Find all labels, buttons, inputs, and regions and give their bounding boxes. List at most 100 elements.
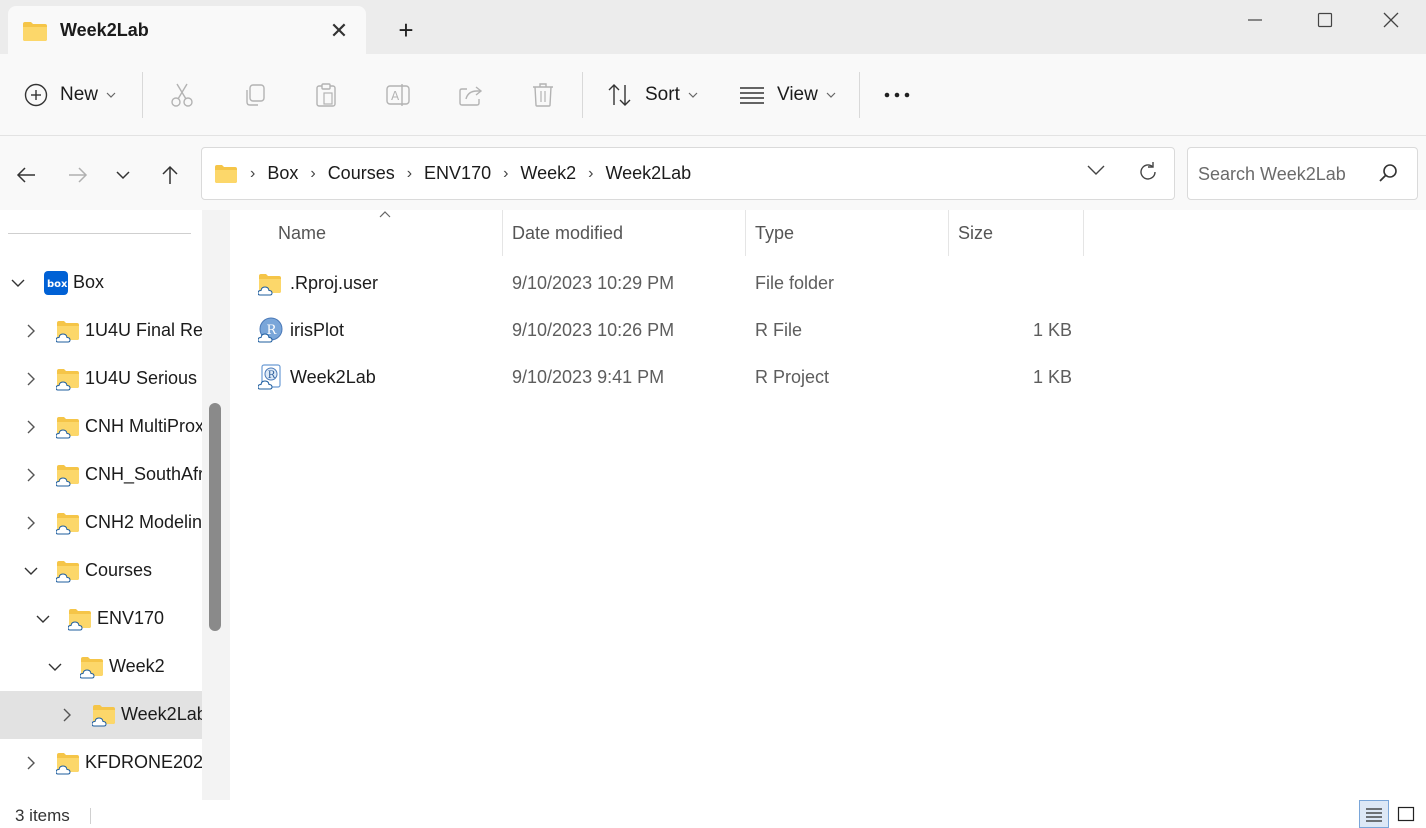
rename-button[interactable]: A (386, 54, 412, 136)
column-header-type[interactable]: Type (755, 210, 794, 256)
details-view-button[interactable] (1359, 800, 1389, 828)
breadcrumb-item-courses[interactable]: Courses (328, 163, 395, 184)
search-input[interactable] (1198, 161, 1368, 187)
file-row[interactable]: R irisPlot 9/10/2023 10:26 PM R File 1 K… (230, 307, 1426, 354)
forward-button[interactable] (61, 158, 95, 192)
sidebar-item-courses[interactable]: Courses (0, 547, 202, 595)
file-type: R Project (755, 367, 830, 387)
navigation-scrollbar[interactable] (202, 210, 230, 800)
chevron-right-icon[interactable] (58, 706, 76, 724)
sidebar-item-kfdrone2023[interactable]: KFDRONE2023 (0, 739, 202, 787)
folder-cloud-icon (55, 559, 80, 588)
trash-icon (533, 83, 553, 107)
folder-cloud-icon (55, 511, 80, 540)
chevron-right-icon[interactable] (22, 418, 40, 436)
refresh-button[interactable] (1137, 161, 1159, 183)
active-tab[interactable]: Week2Lab ✕ (8, 6, 366, 54)
arrow-left-icon (16, 167, 35, 183)
sidebar-item-1u4u-serious-g[interactable]: 1U4U Serious G (0, 355, 202, 403)
column-divider[interactable] (1083, 210, 1084, 256)
chevron-down-icon (826, 92, 836, 98)
breadcrumb-item-week2[interactable]: Week2 (520, 163, 576, 184)
thumbnail-view-icon (1397, 806, 1415, 822)
sidebar-item-label: CNH MultiProx (85, 416, 202, 436)
large-icons-view-button[interactable] (1391, 800, 1421, 828)
sidebar-item-label: Week2Lab (121, 704, 202, 724)
breadcrumb-item-box[interactable]: Box (267, 163, 298, 184)
file-row[interactable]: R Week2Lab 9/10/2023 9:41 PM R Project 1… (230, 354, 1426, 401)
sidebar-item-box[interactable]: box Box (0, 259, 202, 307)
breadcrumb-item-env170[interactable]: ENV170 (424, 163, 491, 184)
breadcrumb-separator[interactable]: › (503, 165, 508, 183)
sidebar-item-1u4u-final-rep[interactable]: 1U4U Final Rep (0, 307, 202, 355)
column-divider[interactable] (502, 210, 503, 256)
svg-text:R: R (268, 370, 276, 381)
search-icon[interactable] (1378, 163, 1398, 183)
breadcrumb-separator[interactable]: › (310, 165, 315, 183)
close-icon (1383, 12, 1399, 28)
breadcrumb-item-week2lab[interactable]: Week2Lab (605, 163, 691, 184)
divider (8, 233, 191, 234)
sort-ascending-icon (379, 210, 391, 218)
close-tab-icon[interactable]: ✕ (326, 18, 352, 44)
column-header-size[interactable]: Size (958, 210, 993, 256)
sidebar-item-env170[interactable]: ENV170 (0, 595, 202, 643)
sort-button[interactable]: Sort (607, 54, 698, 136)
scrollbar-thumb[interactable] (209, 403, 221, 631)
chevron-down-icon[interactable] (22, 562, 40, 580)
chevron-right-icon[interactable] (22, 466, 40, 484)
chevron-right-icon[interactable] (22, 514, 40, 532)
folder-cloud-icon (55, 367, 80, 396)
file-name: irisPlot (290, 320, 345, 340)
column-divider[interactable] (745, 210, 746, 256)
copy-button[interactable] (243, 54, 267, 136)
breadcrumb-separator[interactable]: › (407, 165, 412, 183)
file-row[interactable]: .Rproj.user 9/10/2023 10:29 PM File fold… (230, 260, 1426, 307)
new-tab-button[interactable]: + (392, 16, 420, 44)
share-icon (459, 86, 483, 106)
sidebar-item-week2lab[interactable]: Week2Lab (0, 691, 202, 739)
scissors-icon (171, 83, 193, 107)
breadcrumb-separator[interactable]: › (588, 165, 593, 183)
cut-button[interactable] (170, 54, 194, 136)
sidebar-item-cnh2-modelin[interactable]: CNH2 Modelin (0, 499, 202, 547)
up-button[interactable] (153, 158, 187, 192)
chevron-down-icon[interactable] (9, 274, 27, 292)
close-window-button[interactable] (1356, 0, 1426, 40)
svg-text:box: box (47, 279, 68, 290)
file-size (952, 260, 1072, 307)
sidebar-item-cnh-southafr[interactable]: CNH_SouthAfr (0, 451, 202, 499)
chevron-right-icon[interactable] (22, 370, 40, 388)
chevron-right-icon[interactable] (22, 754, 40, 772)
column-header-name[interactable]: Name (278, 210, 326, 256)
chevron-right-icon[interactable] (22, 322, 40, 340)
status-bar: 3 items (0, 800, 1426, 828)
plus-circle-icon (24, 83, 48, 107)
rename-icon: A (386, 84, 410, 106)
column-header-date-modified[interactable]: Date modified (512, 210, 623, 256)
minimize-button[interactable] (1220, 0, 1290, 40)
chevron-down-icon (1087, 165, 1105, 175)
file-date-modified: 9/10/2023 9:41 PM (512, 367, 665, 387)
share-button[interactable] (458, 54, 484, 136)
delete-button[interactable] (531, 54, 555, 136)
address-bar[interactable]: › Box › Courses › ENV170 › Week2 › Week2… (201, 147, 1175, 200)
address-history-button[interactable] (1087, 164, 1105, 176)
recent-locations-button[interactable] (106, 158, 140, 192)
chevron-down-icon (106, 92, 116, 98)
search-box[interactable] (1187, 147, 1418, 200)
maximize-button[interactable] (1290, 0, 1360, 40)
column-divider[interactable] (948, 210, 949, 256)
view-button[interactable]: View (739, 54, 836, 136)
sidebar-item-cnh-multiprox[interactable]: CNH MultiProx (0, 403, 202, 451)
chevron-down-icon[interactable] (46, 658, 64, 676)
breadcrumb: › Box › Courses › ENV170 › Week2 › Week2… (214, 148, 691, 199)
back-button[interactable] (9, 158, 43, 192)
more-options-button[interactable] (884, 54, 910, 136)
file-date-modified: 9/10/2023 10:26 PM (512, 320, 675, 340)
chevron-down-icon[interactable] (34, 610, 52, 628)
new-button[interactable]: New (24, 54, 116, 136)
sidebar-item-week2[interactable]: Week2 (0, 643, 202, 691)
paste-button[interactable] (314, 54, 338, 136)
box-logo-icon: box (44, 271, 68, 300)
